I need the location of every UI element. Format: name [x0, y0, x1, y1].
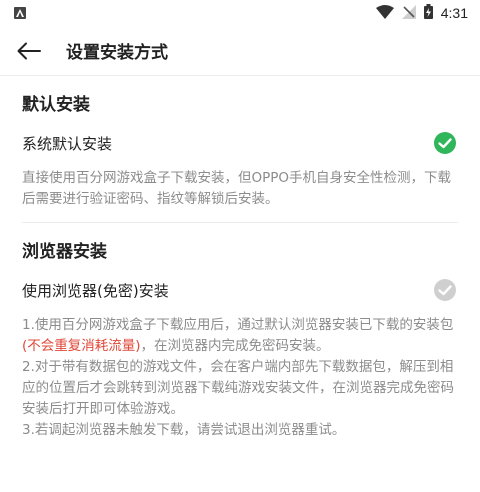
desc-item-1: 1.使用百分网游戏盒子下载应用后，通过默认浏览器安装已下载的安装包 (不会重复消耗… [22, 315, 458, 357]
no-extra-data-note: (不会重复消耗流量) [22, 338, 141, 354]
page-title: 设置安装方式 [66, 43, 168, 63]
status-left [14, 7, 26, 19]
desc-text: ，在浏览器内完成免密码安装。 [140, 338, 330, 354]
wifi-icon [375, 4, 394, 23]
status-right: 4:31 [375, 3, 468, 23]
check-circle-icon [434, 132, 456, 154]
option-description: 直接使用百分网游戏盒子下载安装，但OPPO手机自身安全性检测，下载后需要进行验证… [22, 170, 452, 207]
check-circle-icon [434, 279, 456, 301]
desc-item-3: 3.若调起浏览器未触发下载，请尝试退出浏览器重试。 [22, 422, 346, 438]
status-bar: 4:31 [0, 0, 480, 26]
browser-install-description: 1.使用百分网游戏盒子下载应用后，通过默认浏览器安装已下载的安装包 (不会重复消耗… [22, 315, 458, 441]
status-time: 4:31 [440, 5, 468, 21]
page: 4:31 设置安装方式 默认安装 系统默认安装 直接使用百分网游戏盒子下载安装，… [0, 0, 480, 492]
battery-charging-icon [423, 3, 433, 23]
app-header: 设置安装方式 [0, 26, 480, 76]
no-signal-icon [401, 4, 416, 23]
back-button[interactable] [14, 36, 44, 66]
option-label: 使用浏览器(免密)安装 [22, 281, 169, 300]
desc-text: 1.使用百分网游戏盒子下载应用后，通过默认浏览器安装已下载的安装包 [22, 317, 454, 333]
section-title: 浏览器安装 [22, 242, 107, 262]
option-label: 系统默认安装 [22, 134, 113, 153]
section-title: 默认安装 [22, 95, 90, 115]
section-default-install: 默认安装 系统默认安装 直接使用百分网游戏盒子下载安装，但OPPO手机自身安全性… [0, 76, 480, 223]
section-browser-install: 浏览器安装 使用浏览器(免密)安装 1.使用百分网游戏盒子下载应用后，通过默认浏… [0, 223, 480, 441]
desc-item-2: 2.对于带有数据包的游戏文件，会在客户端内部先下载数据包，解压到相应的位置后才会… [22, 359, 454, 417]
app-notification-icon [14, 7, 26, 19]
arrow-left-icon [17, 42, 41, 59]
option-browser-install[interactable]: 使用浏览器(免密)安装 [22, 267, 458, 313]
option-system-default-install[interactable]: 系统默认安装 [22, 120, 458, 166]
